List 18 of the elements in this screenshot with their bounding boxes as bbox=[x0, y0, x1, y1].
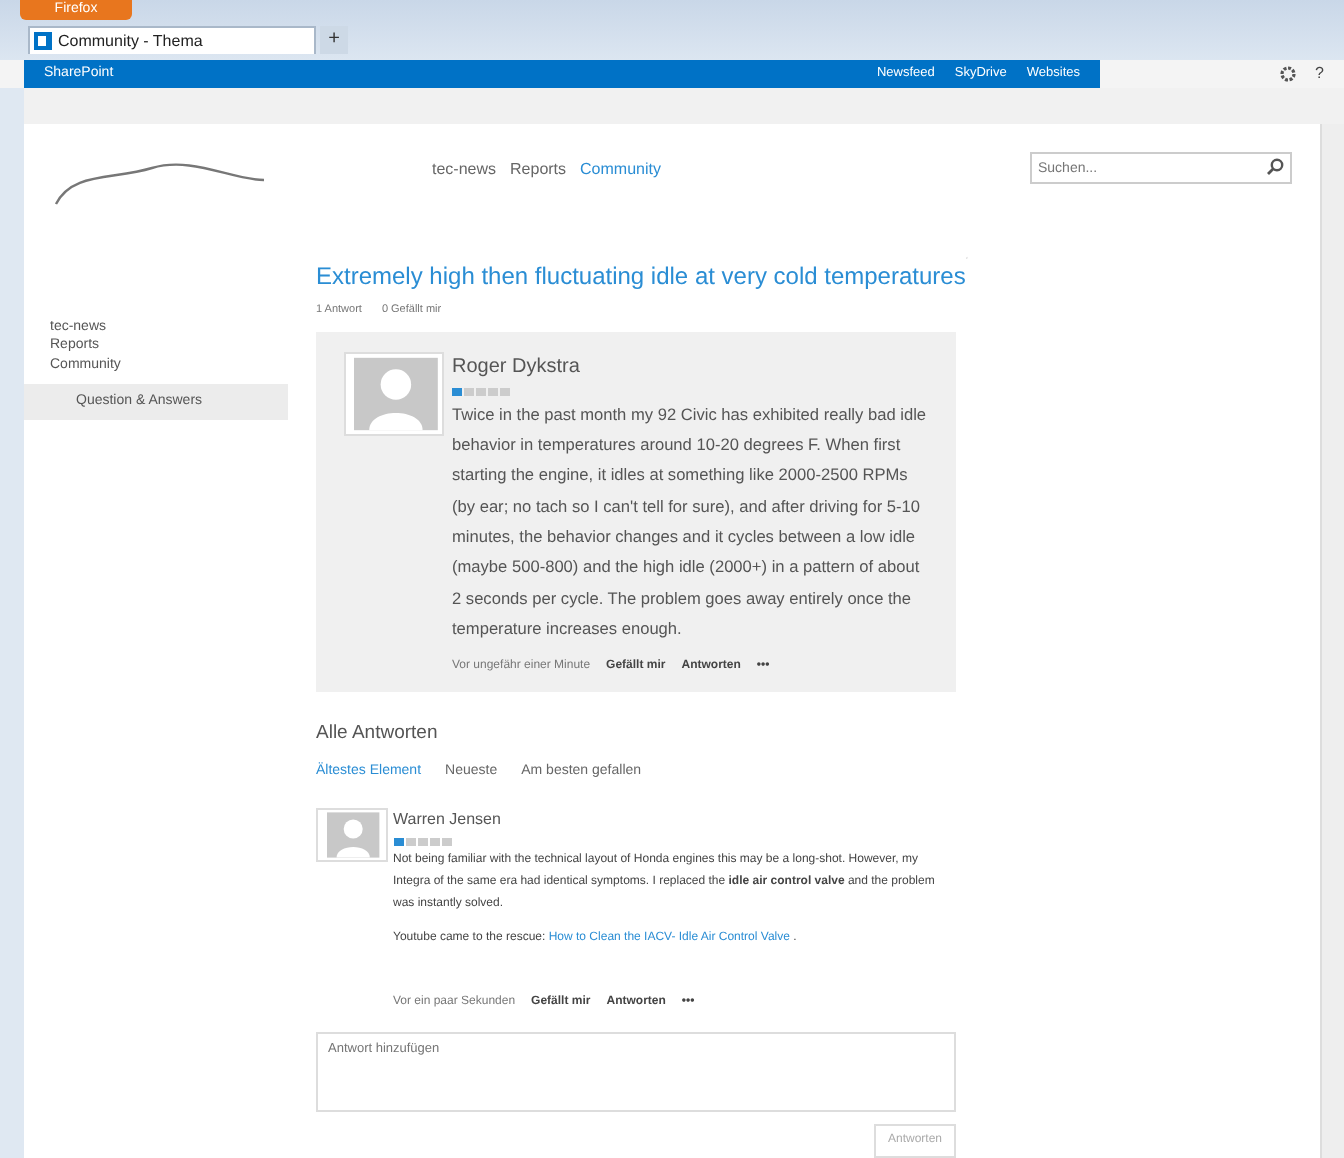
thread-title: Extremely high then fluctuating idle at very cold temperatures bbox=[316, 259, 966, 294]
section-heading: Alle Antworten bbox=[316, 720, 440, 749]
avatar bbox=[344, 351, 444, 436]
settings-icon[interactable] bbox=[1279, 66, 1296, 82]
author-name: Warren Jensen bbox=[393, 808, 503, 832]
top-nav-link[interactable]: Reports bbox=[510, 158, 567, 182]
browser-tab[interactable]: Community - Thema bbox=[28, 26, 316, 54]
search-icon[interactable] bbox=[1266, 158, 1284, 176]
post-text: Twice in the past month my 92 Civic has exhibited really bad idle behavior in temperatures around 10-20 degrees F. When first starting the engine, it idles at something like 2000-2500 RPMs (by ear; no tach so I can't tell for sure), and after driving for 5-10 minutes, the behavior changes and it cycles between a low idle (maybe 500-800) and the high idle (2000+) in a pattern of about 2 seconds per cycle. The problem goes away entirely once the temperature increases enough. bbox=[452, 401, 929, 642]
help-icon[interactable]: ? bbox=[1315, 62, 1324, 86]
author-name: Roger Dykstra bbox=[452, 353, 582, 382]
top-nav-link[interactable]: Community bbox=[580, 158, 661, 182]
avatar bbox=[316, 808, 388, 862]
new-tab-button[interactable]: + bbox=[320, 26, 348, 54]
top-nav-link[interactable]: tec-news bbox=[432, 158, 497, 182]
tab-title: Community - Thema bbox=[58, 29, 203, 53]
scrollbar[interactable] bbox=[1320, 124, 1344, 1158]
site-icon bbox=[34, 32, 52, 50]
